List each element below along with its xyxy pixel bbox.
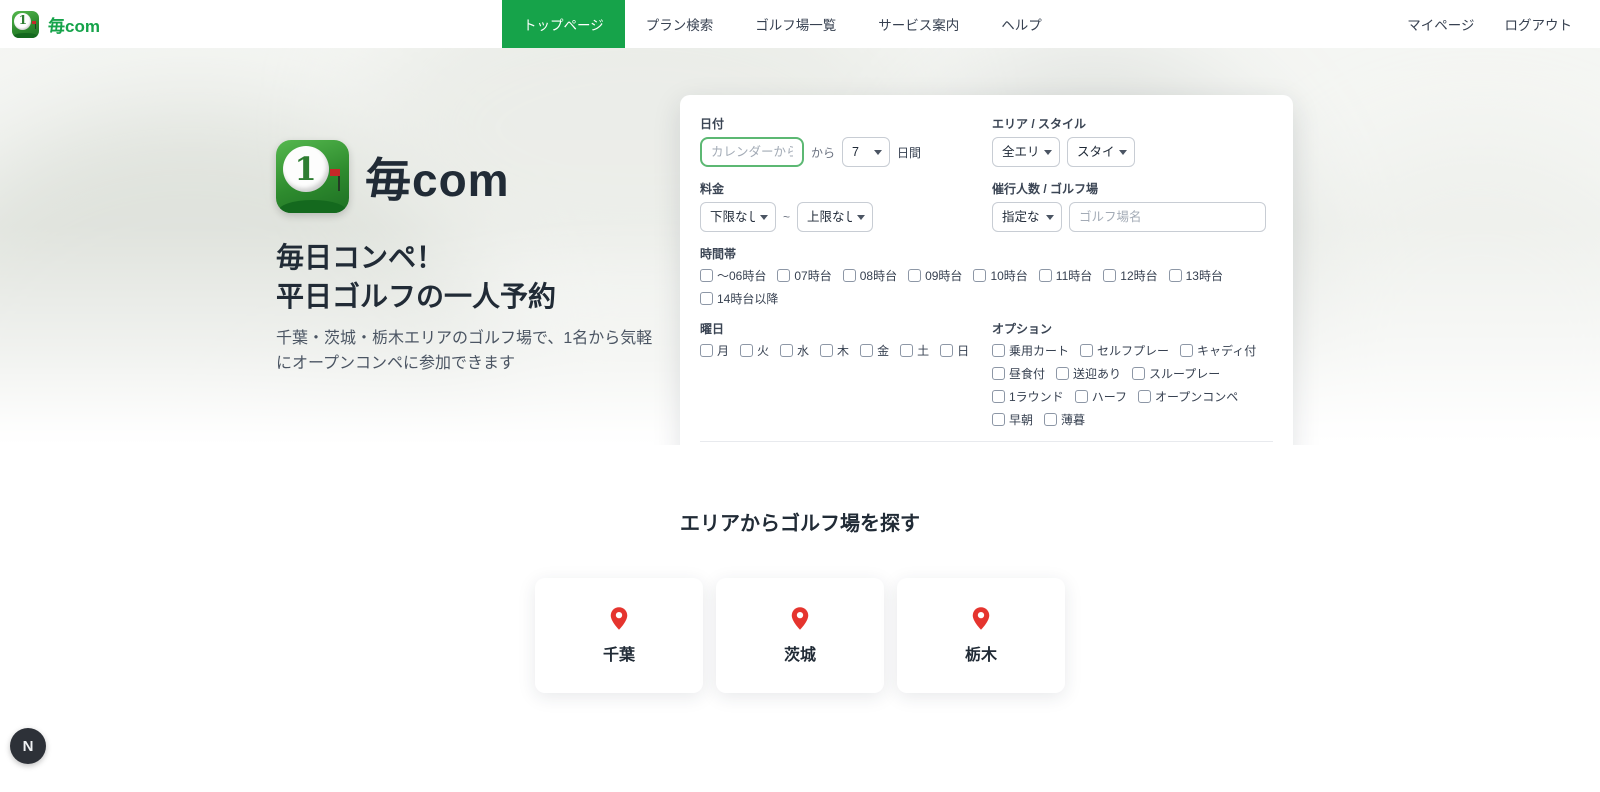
main-nav: トップページ プラン検索 ゴルフ場一覧 サービス案内 ヘルプ bbox=[501, 0, 1063, 48]
mypage-link[interactable]: マイページ bbox=[1407, 14, 1474, 34]
weekday-field-group: 曜日 月 火 水 木 金 土 日 bbox=[700, 320, 992, 428]
area-card-ibaraki[interactable]: 茨城 bbox=[716, 578, 884, 693]
weekday-checkbox[interactable]: 金 bbox=[860, 342, 889, 359]
price-max-select-wrap: 上限なし bbox=[797, 202, 874, 232]
price-min-select[interactable]: 下限なし bbox=[700, 202, 776, 232]
map-pin-icon bbox=[791, 606, 809, 630]
option-checkbox[interactable]: スループレー bbox=[1132, 365, 1220, 382]
hero-content: 1 毎com 毎日コンペ！ 平日ゴルフの一人予約 千葉・茨城・栃木エリアのゴルフ… bbox=[276, 140, 658, 377]
floating-n-button[interactable]: N bbox=[10, 728, 46, 764]
weekday-checkbox[interactable]: 日 bbox=[940, 342, 969, 359]
option-checkbox[interactable]: キャディ付 bbox=[1180, 342, 1256, 359]
search-card-footer: ☀ あしたのゴルフ 満員除外 エントリーあり 検索 bbox=[700, 441, 1273, 445]
hero-section: 1 毎com 毎日コンペ！ 平日ゴルフの一人予約 千葉・茨城・栃木エリアのゴルフ… bbox=[0, 48, 1600, 445]
options-field-group: オプション 乗用カート セルフプレー キャディ付 昼食付 送迎あり スループレー… bbox=[992, 320, 1273, 428]
area-cards: 千葉 茨城 栃木 bbox=[0, 578, 1600, 693]
tab-top-page[interactable]: トップページ bbox=[501, 0, 625, 48]
weekday-checkbox[interactable]: 水 bbox=[780, 342, 809, 359]
search-form-card: 日付 から 7 日間 エリア / スタイル bbox=[680, 95, 1293, 445]
option-checkbox[interactable]: 早朝 bbox=[992, 411, 1033, 428]
hero-brand-name: 毎com bbox=[365, 153, 510, 206]
tab-plan-search[interactable]: プラン検索 bbox=[625, 0, 735, 48]
time-checkbox[interactable]: ～06時台 bbox=[700, 267, 766, 284]
style-select-wrap: スタイル bbox=[1067, 137, 1135, 167]
weekday-checkbox[interactable]: 土 bbox=[900, 342, 929, 359]
area-select-wrap: 全エリア bbox=[992, 137, 1060, 167]
people-course-field-group: 催行人数 / ゴルフ場 指定なし bbox=[992, 180, 1273, 232]
areas-section-title: エリアからゴルフ場を探す bbox=[680, 513, 920, 535]
price-tilde: ~ bbox=[783, 210, 791, 224]
days-suffix: 日間 bbox=[897, 145, 922, 160]
date-input[interactable] bbox=[700, 137, 804, 167]
time-label: 時間帯 bbox=[700, 247, 737, 261]
option-checkbox[interactable]: 薄暮 bbox=[1044, 411, 1085, 428]
style-select[interactable]: スタイル bbox=[1067, 137, 1135, 167]
area-style-label: エリア / スタイル bbox=[992, 117, 1087, 131]
area-card-label: 千葉 bbox=[602, 646, 635, 664]
options-checkbox-group: 乗用カート セルフプレー キャディ付 昼食付 送迎あり スループレー 1ラウンド… bbox=[992, 342, 1264, 428]
map-pin-icon bbox=[972, 606, 990, 630]
date-field-group: 日付 から 7 日間 bbox=[700, 115, 992, 167]
header-right: マイページ ログアウト bbox=[1407, 14, 1600, 34]
weekday-checkbox[interactable]: 火 bbox=[740, 342, 769, 359]
area-card-label: 茨城 bbox=[783, 646, 816, 664]
time-checkbox[interactable]: 07時台 bbox=[777, 267, 832, 284]
brand-logo[interactable]: 1 毎com bbox=[12, 10, 100, 38]
price-label: 料金 bbox=[700, 182, 725, 196]
map-pin-icon bbox=[610, 606, 628, 630]
days-select[interactable]: 7 bbox=[842, 137, 891, 167]
weekday-checkbox[interactable]: 月 bbox=[700, 342, 729, 359]
course-name-input[interactable] bbox=[1069, 202, 1266, 232]
time-checkbox[interactable]: 10時台 bbox=[973, 267, 1028, 284]
weekday-checkbox-group: 月 火 水 木 金 土 日 bbox=[700, 342, 992, 359]
brand-logo-icon: 1 bbox=[12, 10, 39, 38]
option-checkbox[interactable]: 昼食付 bbox=[992, 365, 1045, 382]
date-label: 日付 bbox=[700, 117, 725, 131]
hero-subtitle: 千葉・茨城・栃木エリアのゴルフ場で、1名から気軽にオープンコンペに参加できます bbox=[276, 330, 653, 373]
tab-help[interactable]: ヘルプ bbox=[980, 0, 1063, 48]
tab-course-list[interactable]: ゴルフ場一覧 bbox=[734, 0, 857, 48]
option-checkbox[interactable]: 乗用カート bbox=[992, 342, 1069, 359]
logout-link[interactable]: ログアウト bbox=[1505, 14, 1573, 34]
option-checkbox[interactable]: 送迎あり bbox=[1056, 365, 1121, 382]
time-field-group: 時間帯 ～06時台 07時台 08時台 09時台 10時台 11時台 12時台 … bbox=[700, 245, 1273, 307]
time-checkbox[interactable]: 11時台 bbox=[1038, 267, 1092, 284]
time-checkbox-group: ～06時台 07時台 08時台 09時台 10時台 11時台 12時台 13時台… bbox=[700, 267, 1273, 307]
weekday-label: 曜日 bbox=[700, 322, 725, 336]
price-field-group: 料金 下限なし ~ 上限なし bbox=[700, 180, 992, 232]
hero-title: 毎日コンペ！ 平日ゴルフの一人予約 bbox=[276, 242, 557, 312]
areas-section: エリアからゴルフ場を探す 千葉 茨城 栃木 bbox=[0, 507, 1600, 693]
days-select-wrap: 7 bbox=[842, 137, 891, 167]
area-card-chiba[interactable]: 千葉 bbox=[535, 578, 703, 693]
option-checkbox[interactable]: オープンコンペ bbox=[1137, 388, 1238, 405]
time-checkbox[interactable]: 12時台 bbox=[1103, 267, 1158, 284]
time-checkbox[interactable]: 14時台以降 bbox=[700, 290, 778, 307]
people-select[interactable]: 指定なし bbox=[992, 202, 1062, 232]
time-checkbox[interactable]: 13時台 bbox=[1168, 267, 1223, 284]
people-select-wrap: 指定なし bbox=[992, 202, 1062, 232]
from-text: から bbox=[811, 145, 836, 160]
tab-service-info[interactable]: サービス案内 bbox=[857, 0, 980, 48]
weekday-checkbox[interactable]: 木 bbox=[820, 342, 849, 359]
area-card-label: 栃木 bbox=[964, 646, 997, 664]
brand-logo-text: 毎com bbox=[48, 16, 100, 36]
price-max-select[interactable]: 上限なし bbox=[797, 202, 874, 232]
option-checkbox[interactable]: セルフプレー bbox=[1080, 342, 1169, 359]
options-label: オプション bbox=[992, 322, 1053, 336]
price-min-select-wrap: 下限なし bbox=[700, 202, 776, 232]
time-checkbox[interactable]: 09時台 bbox=[908, 267, 962, 284]
time-checkbox[interactable]: 08時台 bbox=[842, 267, 897, 284]
option-checkbox[interactable]: 1ラウンド bbox=[992, 388, 1064, 405]
hero-logo-icon: 1 bbox=[276, 140, 349, 213]
people-course-label: 催行人数 / ゴルフ場 bbox=[992, 182, 1099, 196]
header: 1 毎com トップページ プラン検索 ゴルフ場一覧 サービス案内 ヘルプ マイ… bbox=[0, 0, 1600, 48]
area-select[interactable]: 全エリア bbox=[992, 137, 1060, 167]
area-card-tochigi[interactable]: 栃木 bbox=[897, 578, 1065, 693]
option-checkbox[interactable]: ハーフ bbox=[1074, 388, 1127, 405]
area-style-field-group: エリア / スタイル 全エリア スタイル bbox=[992, 115, 1273, 167]
